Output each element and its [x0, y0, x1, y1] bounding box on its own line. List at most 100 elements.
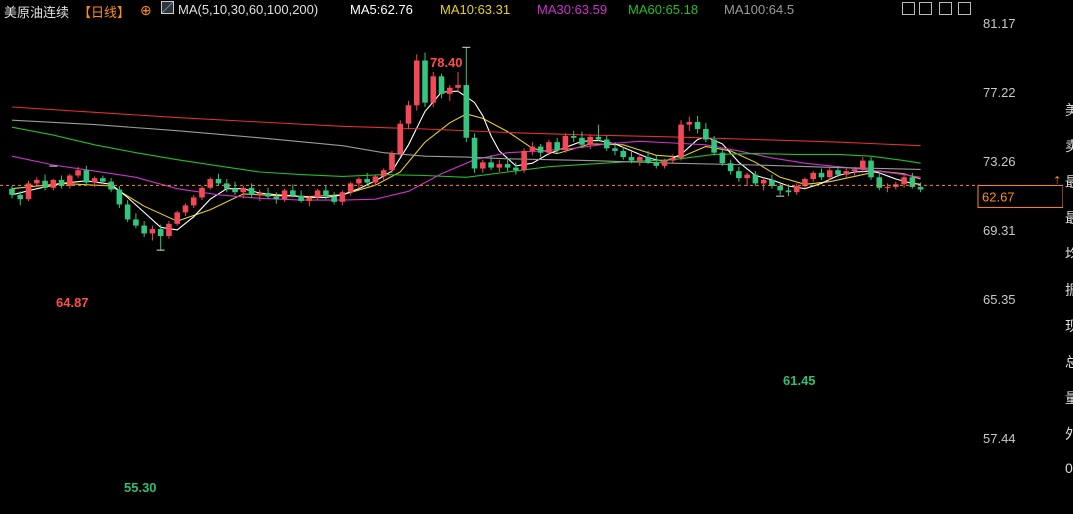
candle[interactable]: [413, 54, 420, 111]
candle-body: [182, 205, 189, 213]
candle-body: [785, 190, 792, 193]
candle[interactable]: [760, 177, 767, 191]
candle[interactable]: [67, 173, 73, 189]
candle-body: [694, 121, 701, 129]
candle[interactable]: [810, 171, 817, 182]
side-panel-label: 外: [1065, 426, 1073, 442]
candle[interactable]: [711, 135, 717, 156]
candle[interactable]: [884, 183, 891, 193]
candle-body: [744, 174, 750, 179]
candle-body: [413, 60, 420, 106]
candle[interactable]: [273, 192, 280, 204]
candle-body: [670, 157, 676, 161]
candle-body: [116, 189, 123, 205]
candle[interactable]: [537, 143, 544, 158]
candle[interactable]: [42, 174, 48, 191]
candle-body: [537, 146, 544, 153]
candle[interactable]: [529, 142, 536, 156]
candle[interactable]: [595, 124, 602, 142]
candle[interactable]: [25, 180, 32, 201]
candle[interactable]: [157, 224, 164, 251]
candle[interactable]: [347, 181, 354, 196]
candle[interactable]: [686, 116, 693, 131]
candle[interactable]: [562, 133, 569, 153]
candle[interactable]: [694, 115, 701, 134]
candle[interactable]: [9, 186, 15, 199]
candle[interactable]: [480, 159, 486, 173]
candle-body: [496, 164, 503, 168]
candle[interactable]: [769, 174, 775, 189]
candle-body: [166, 223, 172, 237]
candle[interactable]: [356, 177, 362, 189]
candle[interactable]: [397, 120, 404, 158]
candle[interactable]: [868, 157, 874, 180]
candle[interactable]: [570, 130, 577, 143]
candle[interactable]: [719, 148, 726, 166]
candle[interactable]: [182, 203, 189, 216]
candle[interactable]: [405, 100, 412, 129]
candle[interactable]: [298, 190, 304, 203]
candle[interactable]: [50, 179, 57, 191]
candle[interactable]: [818, 168, 825, 180]
candle[interactable]: [463, 47, 470, 143]
candle-body: [405, 105, 412, 124]
candle-body: [397, 123, 404, 154]
candle-body: [793, 186, 800, 193]
candle-body: [372, 176, 379, 183]
candle[interactable]: [521, 148, 527, 173]
candle-body: [133, 219, 139, 226]
candle[interactable]: [314, 188, 321, 201]
candle-body: [546, 142, 552, 153]
candle[interactable]: [331, 192, 337, 205]
candle[interactable]: [455, 71, 461, 93]
candle[interactable]: [802, 177, 808, 189]
candle[interactable]: [471, 133, 478, 173]
candle-body: [703, 128, 709, 140]
candle[interactable]: [83, 165, 90, 186]
candle[interactable]: [603, 135, 610, 151]
candle[interactable]: [199, 186, 205, 201]
candle[interactable]: [380, 168, 387, 180]
candle[interactable]: [430, 71, 437, 108]
candle[interactable]: [389, 150, 395, 173]
candle[interactable]: [124, 200, 131, 223]
candle[interactable]: [744, 172, 750, 187]
svg-text:61.45: 61.45: [783, 373, 816, 388]
up-arrow-icon: ⇡: [1053, 175, 1061, 186]
candle[interactable]: [496, 159, 503, 172]
candlestick-chart[interactable]: 81.17 77.22 73.26 69.31 65.35 57.44 62.67 ⇡ 78.…: [0, 0, 1063, 514]
candle-body: [42, 180, 48, 188]
candle-body: [199, 187, 205, 198]
candle-body: [9, 188, 15, 195]
candle[interactable]: [843, 168, 850, 179]
candle[interactable]: [141, 221, 147, 237]
candle[interactable]: [703, 122, 709, 143]
candle[interactable]: [678, 120, 684, 161]
candle[interactable]: [587, 135, 593, 150]
candle-body: [157, 229, 164, 237]
candle-body: [273, 196, 280, 200]
candle[interactable]: [876, 172, 883, 191]
candle[interactable]: [215, 173, 222, 186]
candle[interactable]: [190, 194, 197, 208]
candle-body: [859, 160, 866, 170]
candle[interactable]: [727, 159, 734, 175]
candle[interactable]: [149, 225, 156, 241]
candle-body: [554, 142, 560, 151]
candle[interactable]: [446, 85, 453, 101]
candle[interactable]: [859, 157, 866, 173]
candle[interactable]: [736, 166, 742, 182]
candle[interactable]: [290, 184, 296, 198]
candle[interactable]: [265, 187, 271, 200]
candle[interactable]: [339, 190, 346, 206]
candle[interactable]: [364, 172, 370, 185]
candle-body: [455, 85, 461, 88]
side-panel-label: 量: [1065, 390, 1073, 406]
candle[interactable]: [653, 155, 660, 169]
candle[interactable]: [166, 221, 172, 239]
candle[interactable]: [133, 213, 139, 229]
candle[interactable]: [58, 175, 65, 189]
candle[interactable]: [207, 177, 214, 190]
candle[interactable]: [174, 210, 180, 226]
candle[interactable]: [422, 52, 428, 108]
